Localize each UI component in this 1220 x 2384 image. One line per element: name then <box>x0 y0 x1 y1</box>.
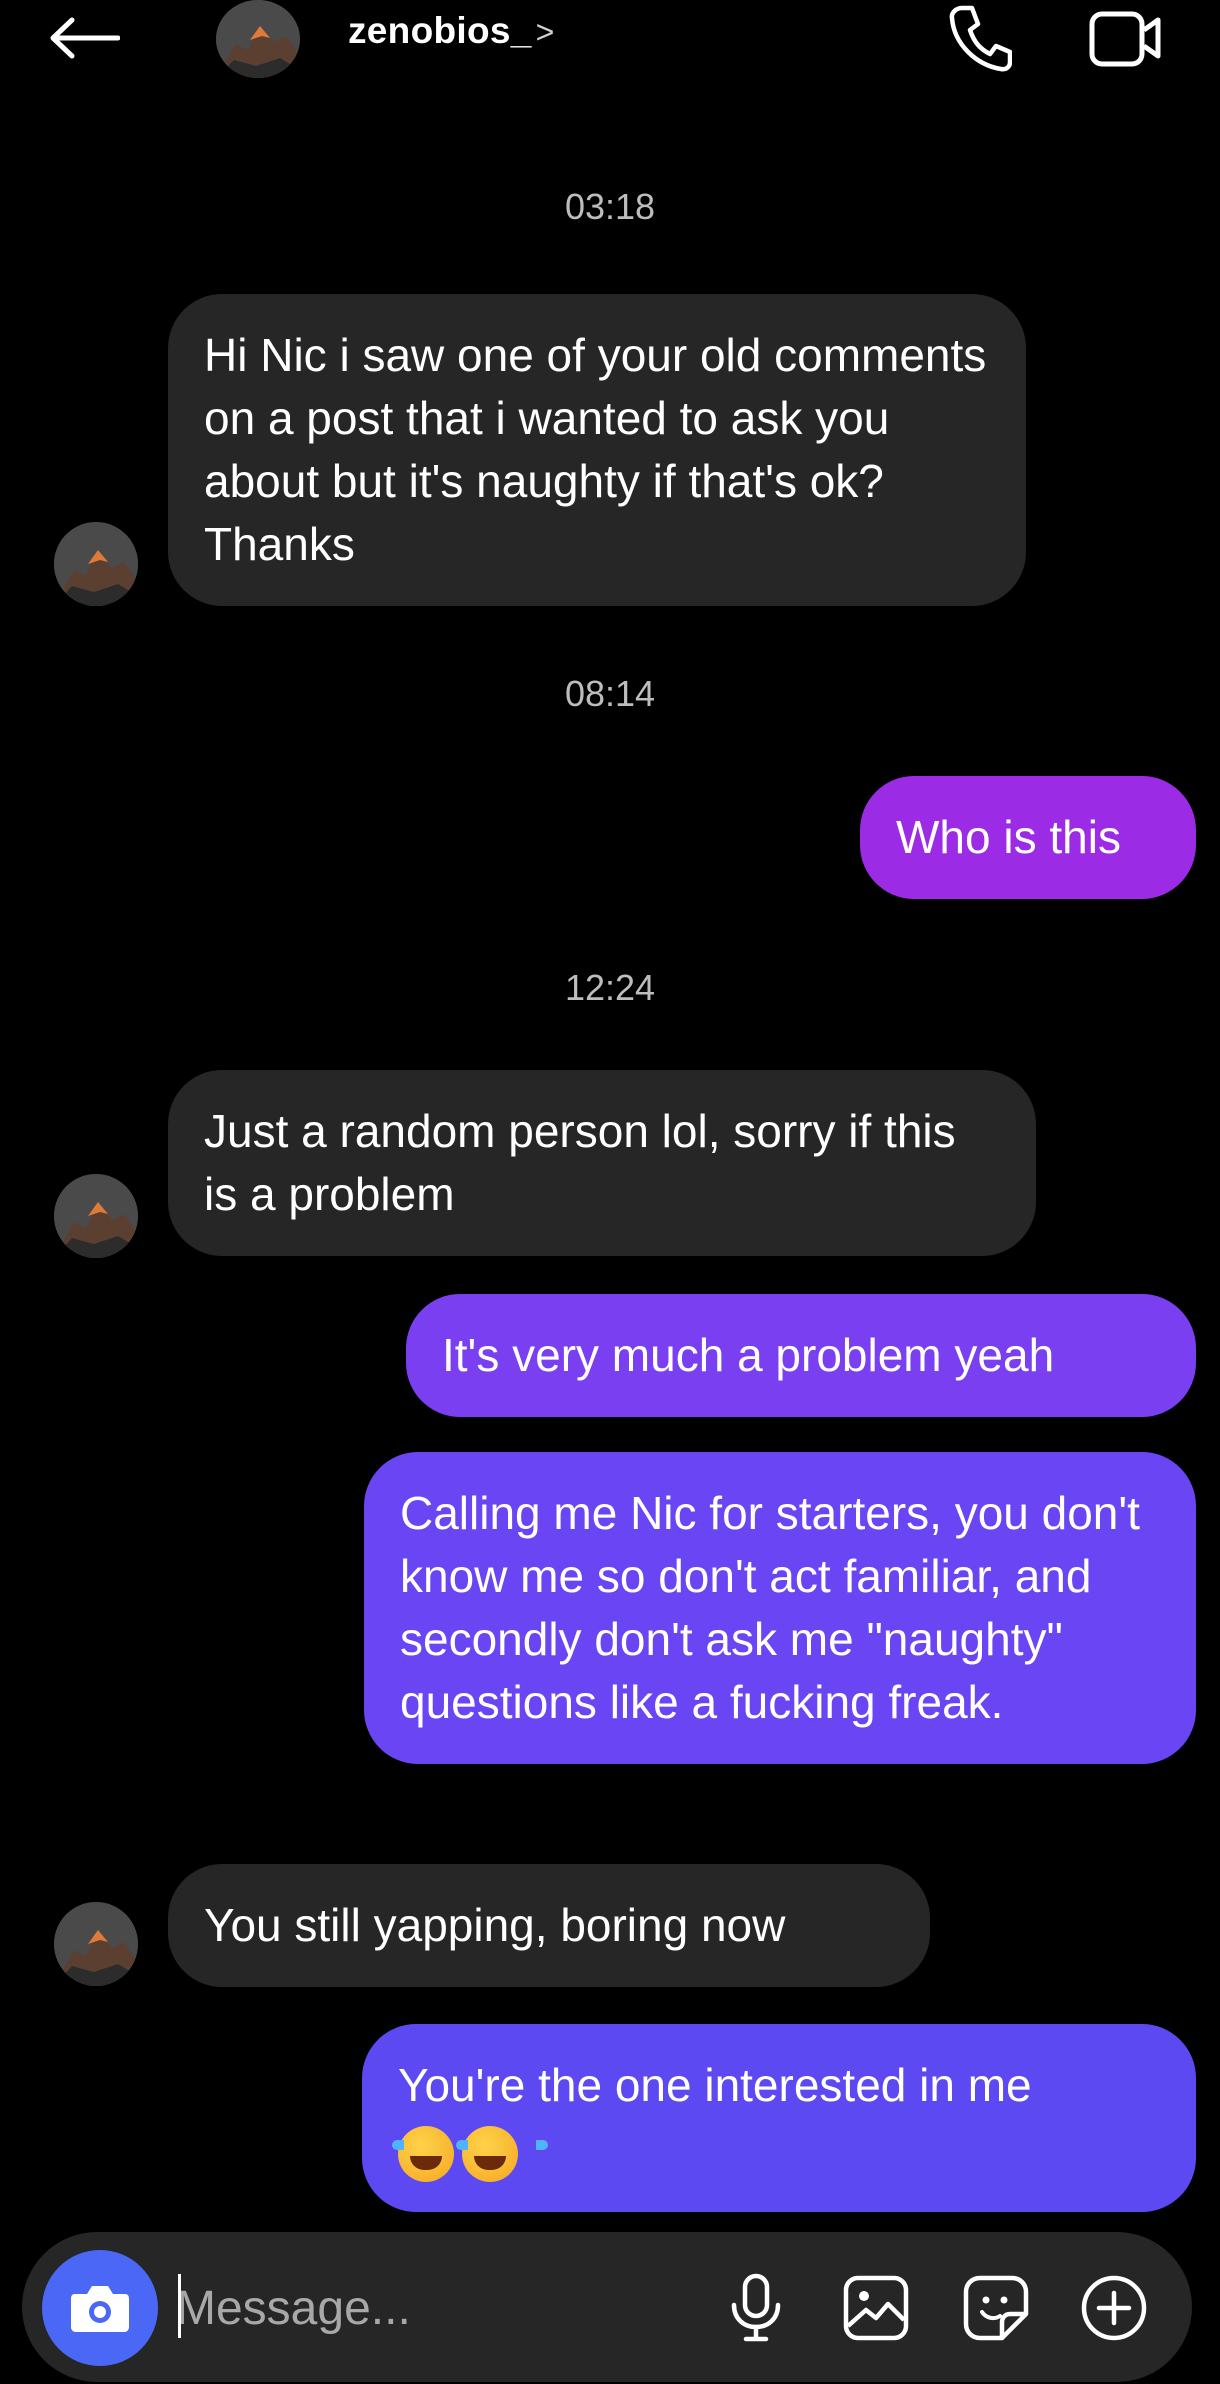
add-icon <box>1081 2275 1147 2341</box>
message-text: You still yapping, boring now <box>204 1899 786 1951</box>
contact-avatar[interactable] <box>216 0 300 78</box>
message-bubble-outgoing[interactable]: You're the one interested in me <box>362 2024 1196 2212</box>
message-text: Who is this <box>896 811 1121 863</box>
gallery-icon <box>843 2275 909 2341</box>
add-button[interactable] <box>1068 2262 1160 2354</box>
back-button[interactable] <box>44 8 124 68</box>
timestamp: 08:14 <box>564 673 656 714</box>
message-text: Hi Nic i saw one of your old comments on… <box>204 329 987 570</box>
camera-icon <box>71 2286 129 2332</box>
avatar-image <box>54 522 138 606</box>
avatar-image <box>216 0 300 78</box>
microphone-icon <box>731 2273 781 2342</box>
message-composer <box>22 2232 1192 2382</box>
message-text: Calling me Nic for starters, you don't k… <box>400 1487 1140 1728</box>
voice-message-button[interactable] <box>710 2262 802 2354</box>
message-bubble-incoming[interactable]: Hi Nic i saw one of your old comments on… <box>168 294 1026 606</box>
timestamp: 12:24 <box>564 967 656 1008</box>
chat-header: zenobios_ > <box>0 0 1220 80</box>
sender-avatar[interactable] <box>54 1902 138 1986</box>
video-camera-icon <box>1089 11 1161 67</box>
sender-avatar[interactable] <box>54 1174 138 1258</box>
text-cursor <box>178 2274 181 2338</box>
message-bubble-incoming[interactable]: Just a random person lol, sorry if this … <box>168 1070 1036 1256</box>
message-text: You're the one interested in me <box>398 2059 1032 2111</box>
message-bubble-outgoing[interactable]: It's very much a problem yeah <box>406 1294 1196 1417</box>
message-text: Just a random person lol, sorry if this … <box>204 1105 956 1220</box>
message-bubble-incoming[interactable]: You still yapping, boring now <box>168 1864 930 1987</box>
sticker-icon <box>963 2275 1029 2341</box>
audio-call-button[interactable] <box>940 0 1020 76</box>
gallery-button[interactable] <box>830 2262 922 2354</box>
message-text: It's very much a problem yeah <box>442 1329 1055 1381</box>
message-bubble-outgoing[interactable]: Calling me Nic for starters, you don't k… <box>364 1452 1196 1764</box>
sticker-button[interactable] <box>950 2262 1042 2354</box>
timestamp: 03:18 <box>564 186 656 227</box>
video-call-button[interactable] <box>1084 0 1168 76</box>
chevron-right-icon: > <box>535 13 555 50</box>
back-arrow-icon <box>50 17 120 59</box>
message-bubble-outgoing[interactable]: Who is this <box>860 776 1196 899</box>
phone-icon <box>949 5 1012 72</box>
contact-username: zenobios_ <box>348 10 532 51</box>
contact-name-link[interactable]: zenobios_ > <box>348 10 554 52</box>
laughing-emoji-icon <box>392 2125 548 2182</box>
avatar-image <box>54 1902 138 1986</box>
camera-button[interactable] <box>42 2250 158 2366</box>
sender-avatar[interactable] <box>54 522 138 606</box>
avatar-image <box>54 1174 138 1258</box>
message-input[interactable] <box>176 2268 696 2348</box>
